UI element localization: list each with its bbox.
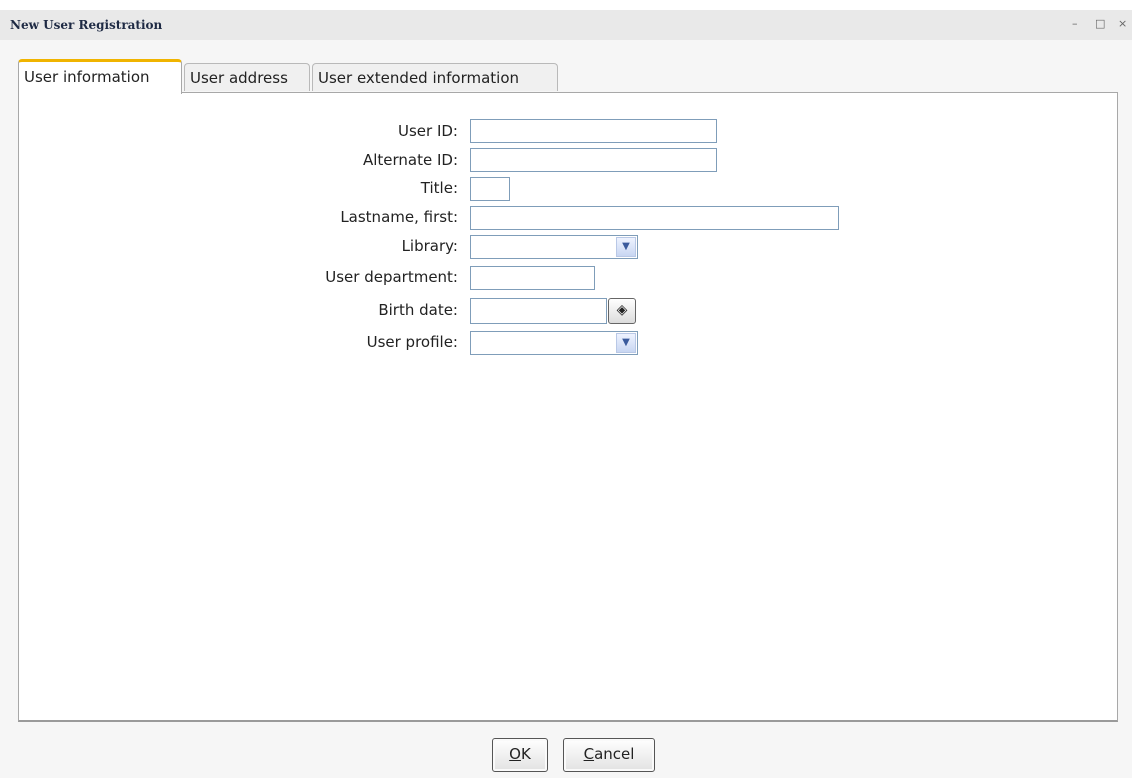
user-department-label: User department: [325,268,458,286]
cancel-label-rest: ancel [594,745,635,763]
cancel-button[interactable]: Cancel [563,738,655,772]
ok-button[interactable]: OK [492,738,548,772]
cancel-mnemonic: C [583,745,595,763]
user-profile-label: User profile: [366,333,458,351]
ok-label-rest: K [520,745,531,763]
close-icon[interactable]: × [1118,17,1127,31]
tab-user-information[interactable]: User information [18,59,182,94]
maximize-icon[interactable]: □ [1095,17,1105,31]
birth-date-field[interactable] [470,298,607,324]
title-label: Title: [420,179,458,197]
tab-user-extended-information[interactable]: User extended information [312,63,558,91]
user-profile-select[interactable]: ▼ [470,331,638,355]
birth-date-label: Birth date: [378,301,458,319]
user-id-field[interactable] [470,119,717,143]
title-field[interactable] [470,177,510,201]
window-title: New User Registration [10,18,163,32]
ok-mnemonic: O [509,745,521,763]
alternate-id-field[interactable] [470,148,717,172]
tab-user-address[interactable]: User address [184,63,310,91]
chevron-down-icon[interactable]: ▼ [616,333,636,353]
window-titlebar: New User Registration – □ × [0,10,1132,40]
lastname-first-label: Lastname, first: [340,208,458,226]
tab-panel-user-information [18,92,1118,722]
alternate-id-label: Alternate ID: [362,151,458,169]
minimize-icon[interactable]: – [1072,17,1078,31]
chevron-down-icon[interactable]: ▼ [616,237,636,257]
lastname-first-field[interactable] [470,206,839,230]
user-id-label: User ID: [398,122,458,140]
library-select[interactable]: ▼ [470,235,638,259]
calendar-icon[interactable]: ◈ [608,298,636,324]
user-department-field[interactable] [470,266,595,290]
library-label: Library: [401,237,458,255]
